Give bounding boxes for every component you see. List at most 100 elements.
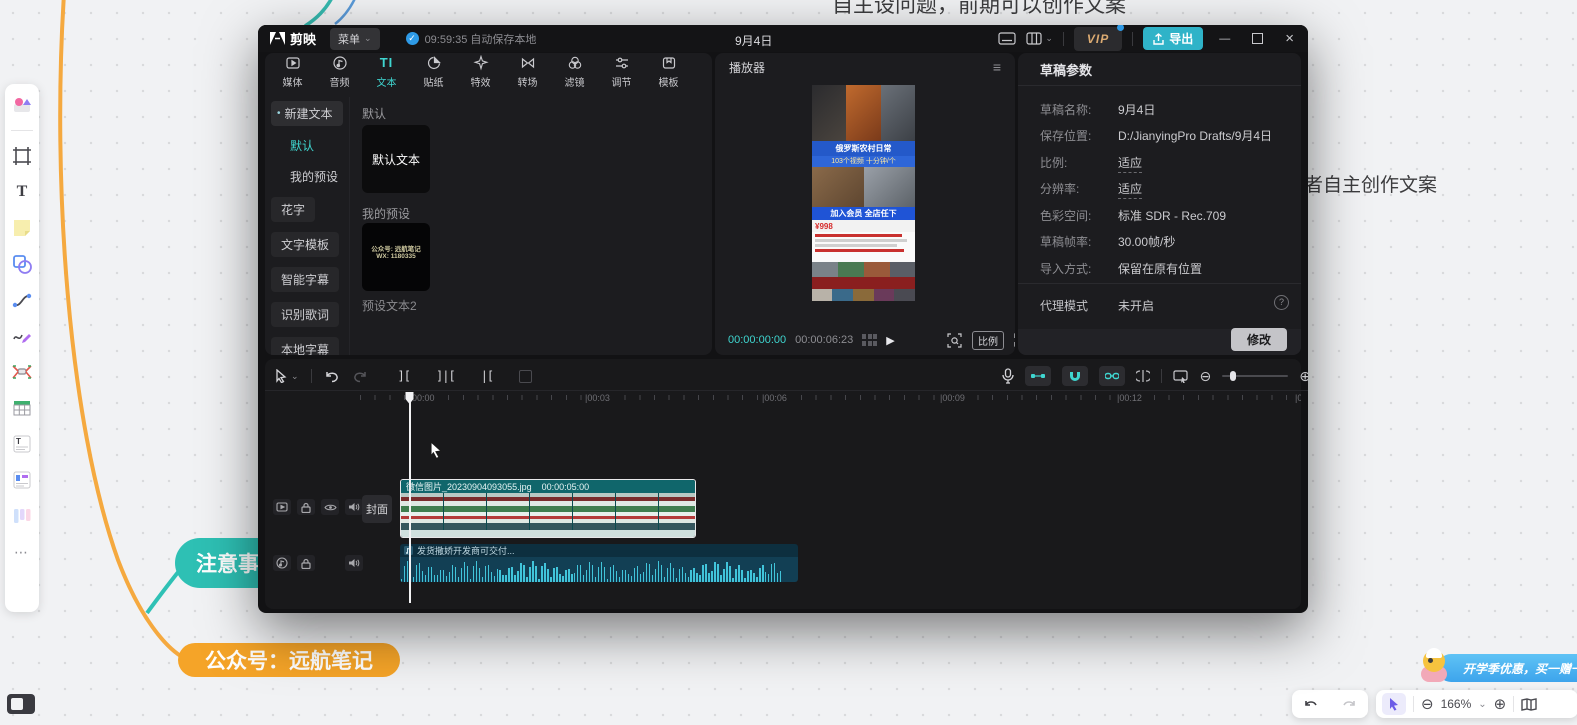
screen-cover-icon[interactable]: [1173, 370, 1189, 383]
play-button[interactable]: ▶: [886, 334, 894, 347]
ratio-button[interactable]: 比例: [972, 331, 1004, 350]
cursor-tool-button[interactable]: [1382, 693, 1406, 715]
audio-track-mute-icon[interactable]: [345, 555, 363, 571]
sidebar-item-text-templates[interactable]: 文字模板: [271, 232, 339, 257]
pill-divider: [1413, 696, 1414, 712]
select-tool-button[interactable]: ⌄: [275, 369, 299, 383]
sidebar-item-lyrics-recognition[interactable]: 识别歌词: [271, 302, 339, 327]
preset-card-caption: 预设文本2: [362, 297, 417, 314]
tab-adjust[interactable]: 调节: [598, 55, 645, 89]
tab-sticker[interactable]: 贴纸: [410, 55, 457, 89]
shapes-tool-icon[interactable]: [11, 253, 33, 275]
connector-tool-icon[interactable]: [11, 289, 33, 311]
frame-grid-icon[interactable]: [862, 334, 877, 346]
player-menu-icon[interactable]: ≡: [993, 59, 1001, 75]
sidebar-item-fancy-text[interactable]: 花字: [271, 197, 315, 222]
menu-button[interactable]: 菜单 ⌄: [330, 28, 380, 50]
frame-tool-icon[interactable]: [11, 145, 33, 167]
export-button[interactable]: 导出: [1143, 27, 1203, 50]
zoom-in-button[interactable]: ⊕: [1494, 695, 1507, 713]
delete-tool-icon[interactable]: [519, 370, 532, 383]
mindmap-tool-icon[interactable]: [11, 361, 33, 383]
zoom-out-button[interactable]: ⊖: [1421, 695, 1434, 713]
audio-waveform: [400, 557, 798, 582]
promo-badge[interactable]: 开学季优惠，买一赠一: [1437, 654, 1577, 682]
timeline-ruler[interactable]: 00:00 |00:03 |00:06 |00:09 |00:12 |00:15: [360, 391, 1301, 407]
video-track-lock-icon[interactable]: [297, 499, 315, 515]
pen-tool-icon[interactable]: [11, 325, 33, 347]
zoom-caret-icon[interactable]: ⌄: [1478, 699, 1486, 710]
modify-button[interactable]: 修改: [1231, 328, 1287, 351]
layout-switch-button[interactable]: ⌄: [1026, 32, 1053, 45]
kanban-tool-icon[interactable]: [11, 505, 33, 527]
sticky-note-icon[interactable]: [11, 217, 33, 239]
board-node-brand[interactable]: 公众号：远航笔记: [178, 643, 400, 677]
board-toolbar: T T ⋯: [5, 84, 39, 612]
playhead[interactable]: [404, 391, 415, 603]
tab-adjust-label: 调节: [612, 74, 632, 89]
default-text-card[interactable]: 默认文本: [362, 125, 430, 193]
split-left-tool-icon[interactable]: ]|[: [436, 369, 455, 383]
tab-text[interactable]: TI文本: [363, 55, 410, 89]
record-voiceover-icon[interactable]: [1002, 368, 1014, 384]
preset-text-card[interactable]: 公众号: 远航笔记 WX: 1180335: [362, 223, 430, 291]
audio-clip[interactable]: 发货撒娇开发商可交付...: [400, 544, 798, 582]
tab-filters[interactable]: 滤镜: [551, 55, 598, 89]
preview-quality-icon[interactable]: [947, 333, 962, 348]
tab-media[interactable]: 媒体: [269, 55, 316, 89]
preset-card-line1: 公众号: 远航笔记: [362, 243, 430, 253]
zoom-slider-handle[interactable]: [1230, 371, 1236, 381]
auto-snap-toggle[interactable]: [1062, 366, 1088, 386]
fullscreen-icon[interactable]: [1014, 333, 1015, 347]
sidebar-item-local-captions[interactable]: 本地字幕: [271, 337, 339, 355]
close-button[interactable]: ×: [1279, 30, 1300, 47]
video-track-mute-icon[interactable]: [345, 499, 363, 515]
timeline-zoom-in-icon[interactable]: ⊕: [1299, 368, 1308, 385]
preview-axis-toggle[interactable]: [1136, 370, 1150, 382]
more-tools-icon[interactable]: ⋯: [11, 541, 33, 563]
tab-audio[interactable]: 音频: [316, 55, 363, 89]
sidebar-item-smart-captions[interactable]: 智能字幕: [271, 267, 339, 292]
text-tool-icon[interactable]: T: [11, 181, 33, 203]
split-right-tool-icon[interactable]: |[: [481, 369, 493, 383]
tab-effects[interactable]: 特效: [457, 55, 504, 89]
tab-transition[interactable]: 转场: [504, 55, 551, 89]
maximize-button[interactable]: [1252, 33, 1263, 44]
main-track-magnet-toggle[interactable]: [1025, 366, 1051, 386]
resolution-value[interactable]: 适应: [1118, 180, 1142, 199]
sidebar-lyrics-label: 识别歌词: [281, 308, 329, 322]
redo-button[interactable]: [352, 369, 368, 383]
video-clip[interactable]: 微信图片_20230904093055.jpg 00:00:05:00: [400, 479, 696, 538]
vip-button[interactable]: VIP: [1074, 27, 1122, 51]
video-track-visibility-icon[interactable]: [321, 499, 339, 515]
sidebar-item-new-text[interactable]: • 新建文本: [271, 101, 343, 126]
board-view-inner: [11, 698, 23, 710]
video-preview[interactable]: 俄罗斯农村日常 103个视频 十分钟/个 加入会员 全店任下 ¥998: [812, 85, 915, 301]
sidebar-item-my-presets[interactable]: 我的预设: [265, 161, 349, 192]
ratio-row-value[interactable]: 适应: [1118, 154, 1142, 173]
zoom-level[interactable]: 166%: [1441, 697, 1472, 711]
video-clip-duration: 00:00:05:00: [542, 482, 590, 492]
redo-button[interactable]: [1341, 697, 1357, 711]
link-toggle[interactable]: [1099, 366, 1125, 386]
table-tool-icon[interactable]: [11, 397, 33, 419]
minimize-button[interactable]: —: [1213, 33, 1236, 45]
undo-button[interactable]: [1303, 697, 1319, 711]
proxy-info-icon[interactable]: ?: [1274, 295, 1289, 310]
timeline-zoom-out-icon[interactable]: ⊖: [1200, 368, 1212, 385]
board-view-icon[interactable]: [7, 694, 35, 714]
undo-button[interactable]: [324, 369, 340, 383]
tab-templates[interactable]: 模板: [645, 55, 692, 89]
text-doc-tool-icon[interactable]: T: [11, 433, 33, 455]
sidebar-item-default[interactable]: 默认: [265, 130, 349, 161]
doc-blocks-tool-icon[interactable]: [11, 469, 33, 491]
tab-text-label: 文本: [377, 74, 397, 89]
cover-button[interactable]: 封面: [362, 495, 392, 523]
audio-track-lock-icon[interactable]: [297, 555, 315, 571]
shortcut-keyboard-icon[interactable]: [998, 32, 1016, 45]
map-book-icon[interactable]: [1521, 698, 1537, 711]
timeline-zoom-slider[interactable]: [1222, 370, 1288, 382]
split-tool-icon[interactable]: ][: [398, 369, 410, 383]
assets-palette-icon[interactable]: [11, 94, 33, 116]
sidebar-smart-captions-label: 智能字幕: [281, 273, 329, 287]
